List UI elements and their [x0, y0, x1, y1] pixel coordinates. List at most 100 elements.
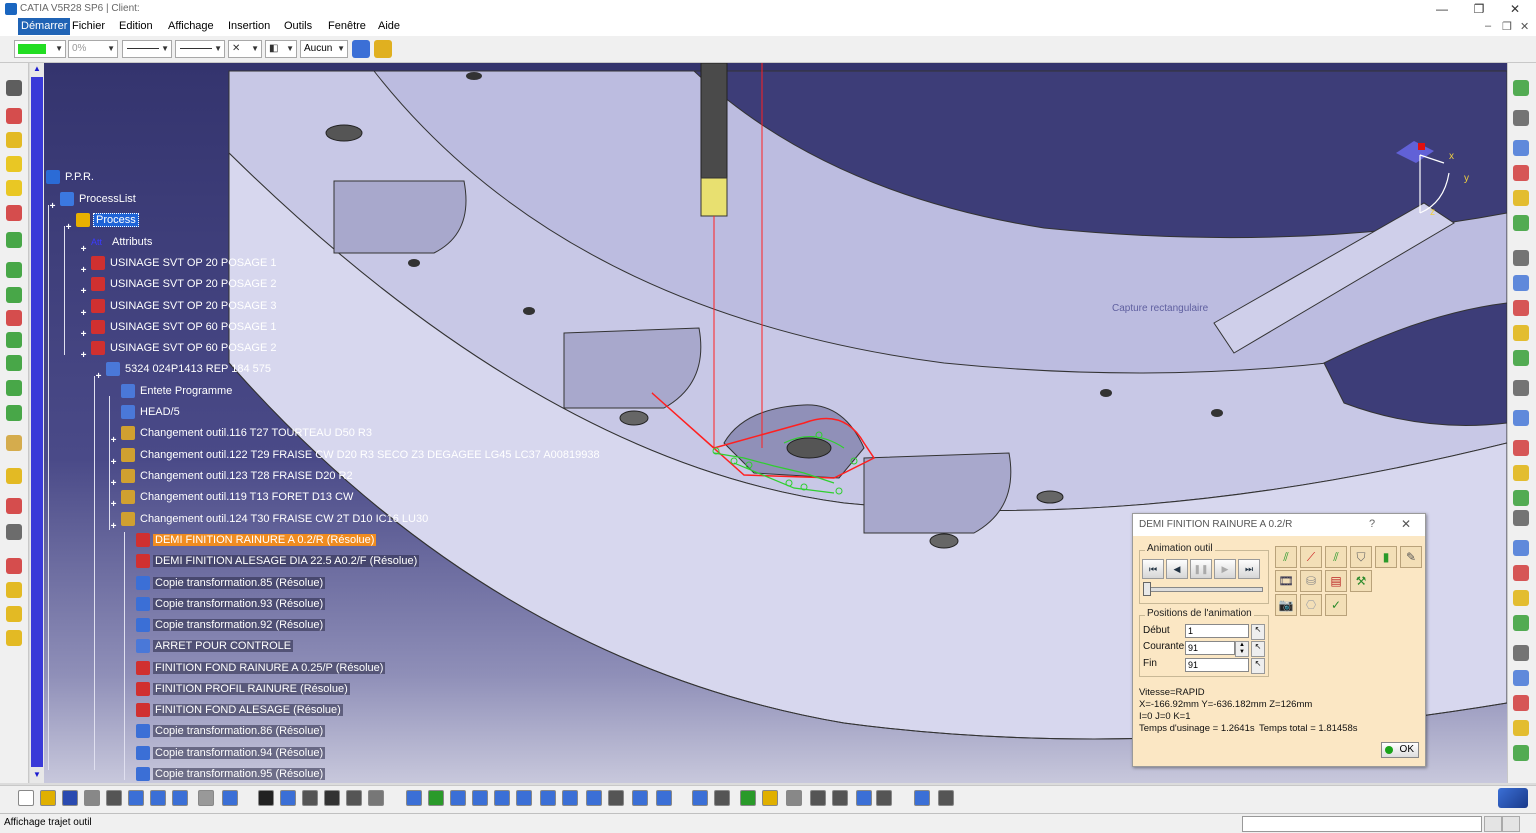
scroll-thumb[interactable]: [31, 77, 43, 767]
redo-icon[interactable]: [198, 790, 214, 806]
fin-input[interactable]: 91: [1185, 658, 1249, 672]
point-symbol-combo[interactable]: ✕ ▼: [228, 40, 262, 58]
display-tool-axis-icon[interactable]: ⟋: [1300, 546, 1322, 568]
machining-tool-icon[interactable]: [6, 80, 22, 96]
doc-minimize-button[interactable]: –: [1485, 20, 1491, 32]
close-button[interactable]: ✕: [1500, 0, 1530, 18]
tree-item[interactable]: USINAGE SVT OP 20 POSAGE 1: [91, 256, 279, 271]
machining-tool-icon[interactable]: [6, 132, 22, 148]
machining-tool-icon[interactable]: [6, 262, 22, 278]
tree-item[interactable]: DEMI FINITION ALESAGE DIA 22.5 A0.2/F (R…: [136, 554, 420, 569]
video-icon[interactable]: 🎞: [1275, 570, 1297, 592]
comparison-icon[interactable]: ⎔: [1300, 594, 1322, 616]
help-icon[interactable]: [222, 790, 238, 806]
command-input[interactable]: [1242, 816, 1482, 832]
zoom-in-icon[interactable]: [494, 790, 510, 806]
workbench-tool-icon[interactable]: [1513, 350, 1529, 366]
tree-expand-icon[interactable]: +: [79, 351, 88, 361]
camera-icon[interactable]: 📷: [1275, 594, 1297, 616]
tree-expand-icon[interactable]: +: [79, 245, 88, 255]
machining-tool-icon[interactable]: [6, 498, 22, 514]
table-icon[interactable]: [324, 790, 340, 806]
tree-expand-icon[interactable]: +: [79, 330, 88, 340]
hide-show-icon[interactable]: [608, 790, 624, 806]
verify-icon[interactable]: [786, 790, 802, 806]
line-thickness-combo[interactable]: ▼: [175, 40, 225, 58]
iso-view-icon[interactable]: [562, 790, 578, 806]
tree-item[interactable]: HEAD/5: [121, 405, 182, 420]
tree-item[interactable]: Att Attributs: [91, 235, 154, 250]
catalog-icon[interactable]: [346, 790, 362, 806]
display-holder-icon[interactable]: ▮: [1375, 546, 1397, 568]
menu-fenetre[interactable]: Fenêtre: [328, 20, 366, 32]
workbench-tool-icon[interactable]: [1513, 165, 1529, 181]
fast-forward-button[interactable]: ⏭: [1238, 559, 1260, 579]
formula-icon[interactable]: [258, 790, 274, 806]
fit-all-icon[interactable]: [428, 790, 444, 806]
machining-tool-icon[interactable]: [6, 582, 22, 598]
workbench-tool-icon[interactable]: [1513, 615, 1529, 631]
graphic-properties-icon[interactable]: [374, 40, 392, 58]
debut-pick-icon[interactable]: ↖: [1251, 624, 1265, 640]
machining-tool-icon[interactable]: [6, 156, 22, 172]
workbench-tool-icon[interactable]: [1513, 695, 1529, 711]
display-options-icon[interactable]: ✎: [1400, 546, 1422, 568]
menu-aide[interactable]: Aide: [378, 20, 400, 32]
simulate-icon[interactable]: [762, 790, 778, 806]
workbench-tool-icon[interactable]: [1513, 670, 1529, 686]
workbench-tool-icon[interactable]: [1513, 300, 1529, 316]
menu-edition[interactable]: Edition: [119, 20, 153, 32]
workbench-tool-icon[interactable]: [1513, 275, 1529, 291]
tree-expand-icon[interactable]: +: [109, 479, 118, 489]
tree-item[interactable]: USINAGE SVT OP 60 POSAGE 1: [91, 320, 279, 335]
machining-tool-icon[interactable]: [6, 630, 22, 646]
tree-item[interactable]: USINAGE SVT OP 20 POSAGE 3: [91, 299, 279, 314]
machining-tool-icon[interactable]: [6, 232, 22, 248]
fly-icon[interactable]: [406, 790, 422, 806]
tree-item[interactable]: Copie transformation.92 (Résolue): [136, 618, 326, 633]
dialog-close-button[interactable]: ✕: [1401, 517, 1411, 531]
rotate-icon[interactable]: [472, 790, 488, 806]
tree-item[interactable]: Changement outil.119 T13 FORET D13 CW: [121, 490, 355, 505]
workbench-tool-icon[interactable]: [1513, 250, 1529, 266]
copy-icon[interactable]: [128, 790, 144, 806]
machining-tool-icon[interactable]: [6, 287, 22, 303]
report-icon[interactable]: ▤: [1325, 570, 1347, 592]
undo-icon[interactable]: [172, 790, 188, 806]
tree-item[interactable]: Entete Programme: [121, 384, 234, 399]
command-stop-icon[interactable]: [1484, 816, 1502, 832]
line-type-combo[interactable]: ▼: [122, 40, 172, 58]
workbench-tool-icon[interactable]: [1513, 190, 1529, 206]
open-icon[interactable]: [40, 790, 56, 806]
tree-item[interactable]: FINITION FOND ALESAGE (Résolue): [136, 703, 343, 718]
tree-item[interactable]: Changement outil.123 T28 FRAISE D20 R2: [121, 469, 355, 484]
workbench-tool-icon[interactable]: [1513, 490, 1529, 506]
workbench-tool-icon[interactable]: [1513, 410, 1529, 426]
workbench-tool-icon[interactable]: [1513, 140, 1529, 156]
doc-close-button[interactable]: ✕: [1520, 20, 1529, 33]
tree-item[interactable]: Copie transformation.86 (Résolue): [136, 724, 326, 739]
workbench-tool-icon[interactable]: [1513, 540, 1529, 556]
tree-item[interactable]: Copie transformation.94 (Résolue): [136, 746, 326, 761]
layer-combo[interactable]: Aucun ▼: [300, 40, 348, 58]
knowledge-icon[interactable]: [302, 790, 318, 806]
workbench-tool-icon[interactable]: [1513, 645, 1529, 661]
display-tool-icon[interactable]: ⛉: [1350, 546, 1372, 568]
workbench-tool-icon[interactable]: [1513, 565, 1529, 581]
save-result-icon[interactable]: ✓: [1325, 594, 1347, 616]
tree-expand-icon[interactable]: +: [94, 372, 103, 382]
fill-color-combo[interactable]: ▼: [14, 40, 66, 58]
animation-slider-thumb[interactable]: [1143, 582, 1151, 596]
workbench-tool-icon[interactable]: [1513, 325, 1529, 341]
courante-spinner[interactable]: ▲ ▼: [1235, 641, 1249, 657]
doc-restore-button[interactable]: ❐: [1502, 20, 1512, 33]
tree-expand-icon[interactable]: +: [109, 458, 118, 468]
export-icon[interactable]: [914, 790, 930, 806]
machining-tool-icon[interactable]: [6, 606, 22, 622]
menu-outils[interactable]: Outils: [284, 20, 312, 32]
tree-item[interactable]: ARRET POUR CONTROLE: [136, 639, 294, 654]
workbench-tool-icon[interactable]: [1513, 440, 1529, 456]
tree-expand-icon[interactable]: +: [109, 436, 118, 446]
command-apply-icon[interactable]: [1502, 816, 1520, 832]
workbench-tool-icon[interactable]: [1513, 510, 1529, 526]
